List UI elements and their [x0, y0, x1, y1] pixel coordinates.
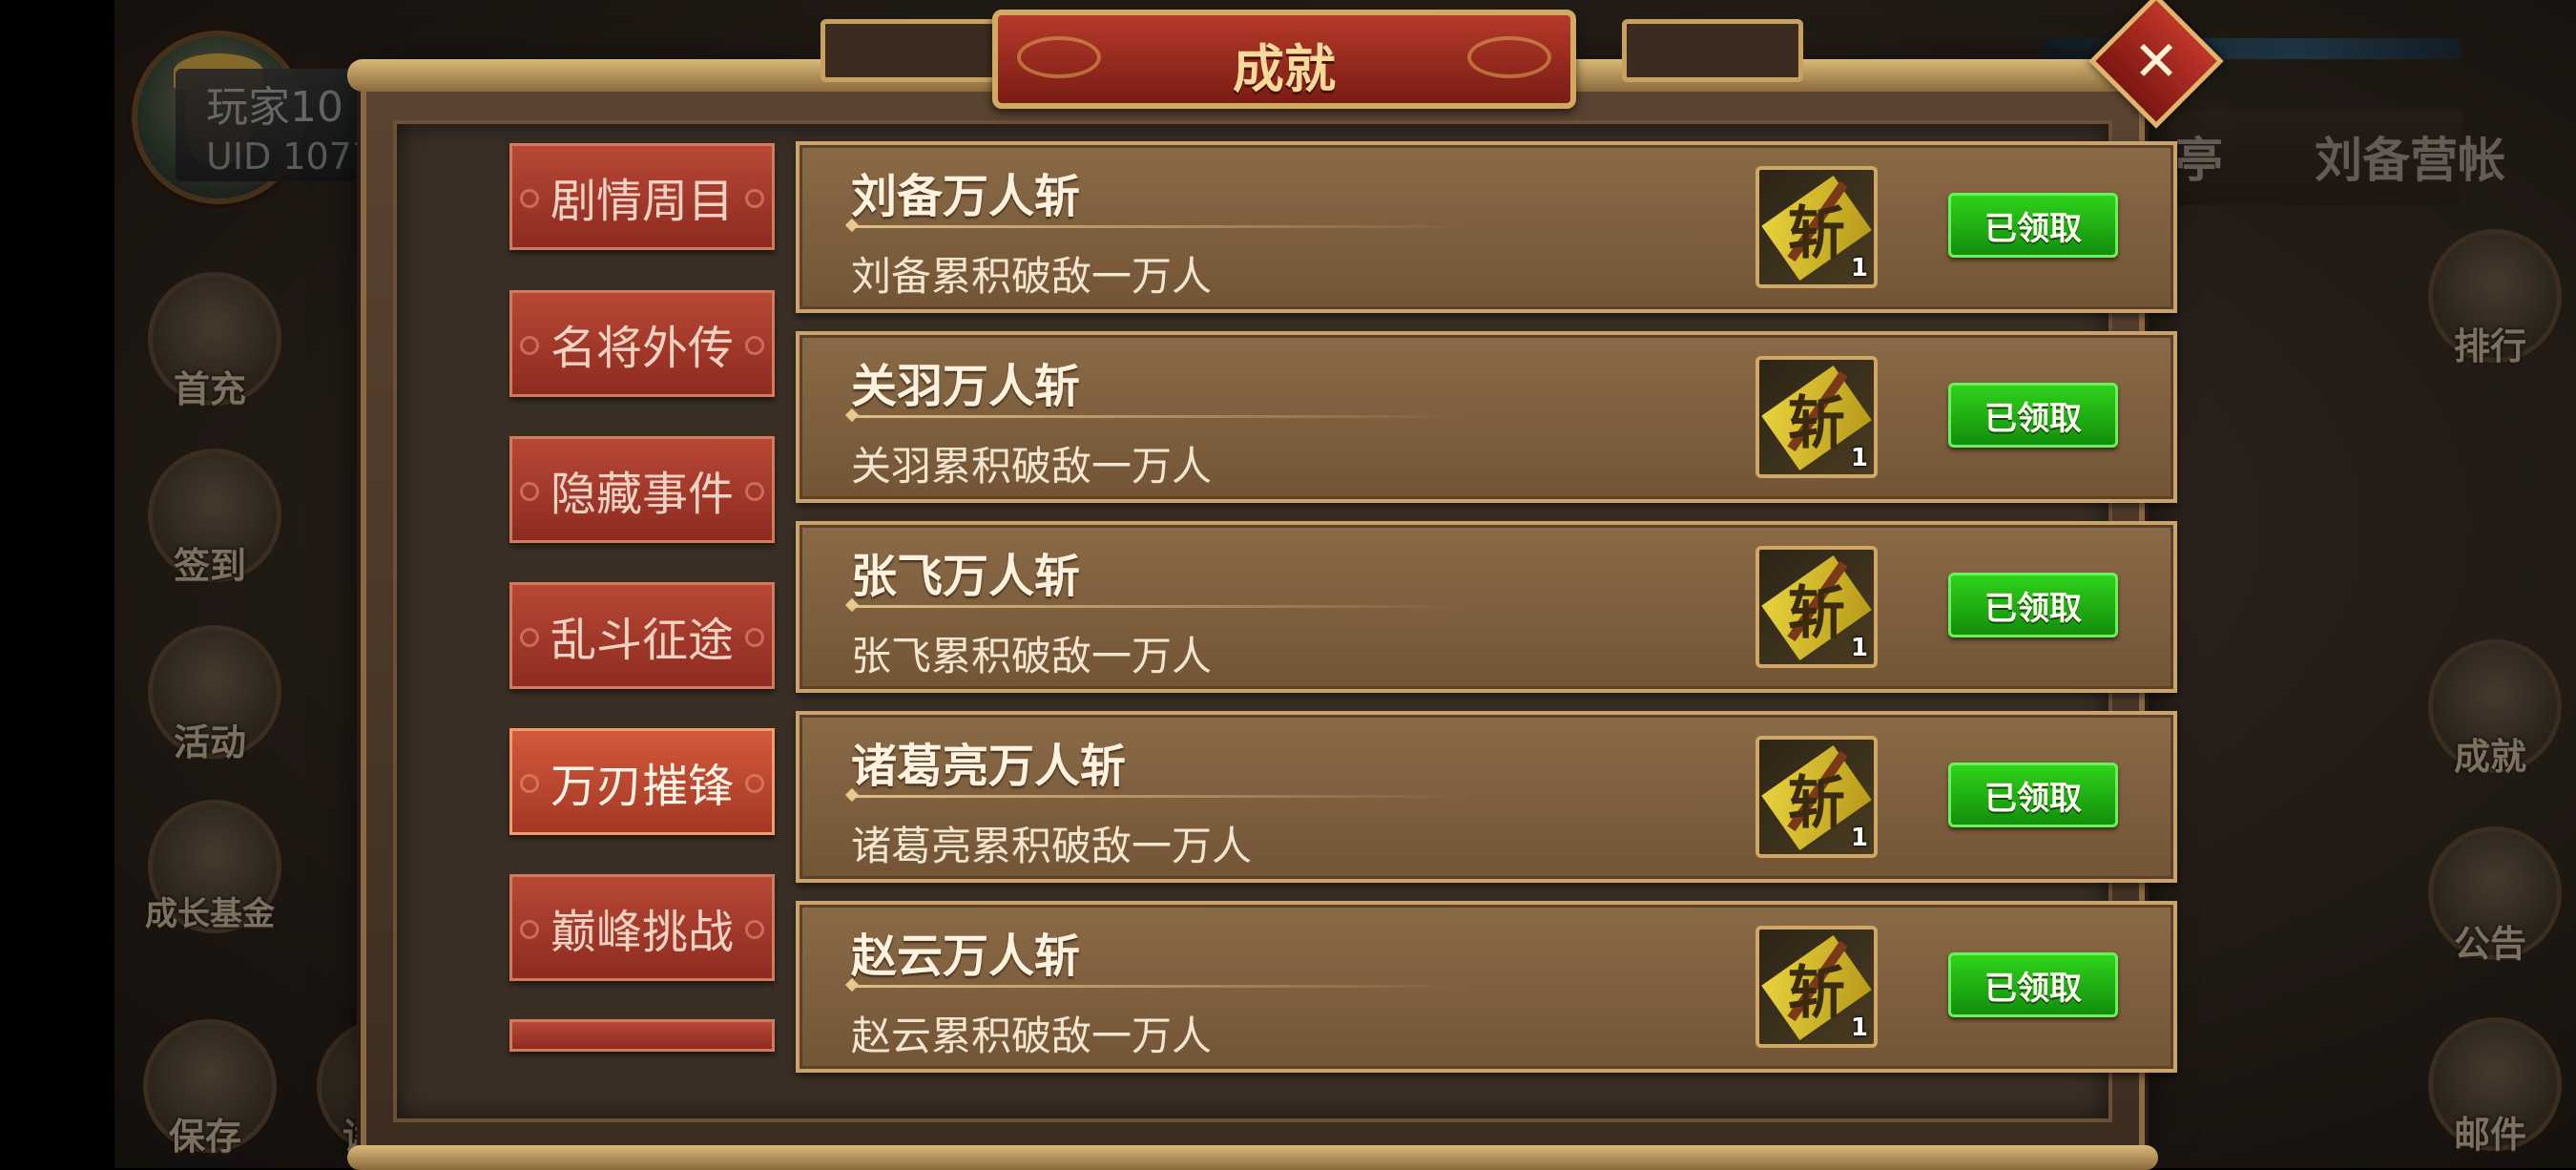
category-tab-ten-thousand-blades[interactable]: 万刃摧锋 — [509, 728, 775, 835]
category-tab-peak-challenge[interactable]: 巅峰挑战 — [509, 874, 775, 981]
divider — [851, 985, 1462, 988]
modal-title-banner: 成就 — [992, 10, 1576, 109]
claimed-button[interactable]: 已领取 — [1948, 193, 2118, 258]
achievement-title: 关羽万人斩 — [851, 360, 1081, 413]
achievement-description: 赵云累积破敌一万人 — [851, 1013, 1213, 1059]
reward-quantity: 1 — [1850, 634, 1868, 662]
category-tab-partial[interactable] — [509, 1019, 775, 1052]
reward-item[interactable]: 斩 1 — [1755, 926, 1878, 1048]
reward-quantity: 1 — [1850, 824, 1868, 852]
divider — [851, 605, 1462, 608]
claimed-button[interactable]: 已领取 — [1948, 952, 2118, 1017]
achievement-title: 赵云万人斩 — [851, 930, 1081, 983]
achievement-title: 诸葛亮万人斩 — [851, 740, 1127, 793]
modal-bottom-trim — [347, 1145, 2158, 1170]
reward-item[interactable]: 斩 1 — [1755, 546, 1878, 668]
close-icon: ✕ — [2132, 29, 2180, 94]
category-tab-brawl-journey[interactable]: 乱斗征途 — [509, 582, 775, 689]
achievement-description: 张飞累积破敌一万人 — [851, 633, 1213, 679]
modal-title: 成就 — [1233, 38, 1336, 99]
achievement-row: 张飞万人斩 张飞累积破敌一万人 斩 1 已领取 — [796, 521, 2177, 693]
reward-quantity: 1 — [1850, 254, 1868, 282]
achievement-description: 诸葛亮累积破敌一万人 — [851, 823, 1253, 869]
reward-item[interactable]: 斩 1 — [1755, 356, 1878, 478]
claimed-button[interactable]: 已领取 — [1948, 573, 2118, 637]
achievement-row: 诸葛亮万人斩 诸葛亮累积破敌一万人 斩 1 已领取 — [796, 711, 2177, 883]
achievement-title: 张飞万人斩 — [851, 550, 1081, 603]
title-wing-left — [821, 19, 1002, 82]
claimed-button[interactable]: 已领取 — [1948, 763, 2118, 827]
reward-item[interactable]: 斩 1 — [1755, 166, 1878, 288]
category-tab-general-legends[interactable]: 名将外传 — [509, 290, 775, 397]
achievement-description: 刘备累积破敌一万人 — [851, 253, 1213, 300]
title-wing-right — [1622, 19, 1803, 82]
achievement-row: 刘备万人斩 刘备累积破敌一万人 斩 1 已领取 — [796, 141, 2177, 313]
achievement-title: 刘备万人斩 — [851, 170, 1081, 223]
achievement-row: 赵云万人斩 赵云累积破敌一万人 斩 1 已领取 — [796, 901, 2177, 1073]
reward-item[interactable]: 斩 1 — [1755, 736, 1878, 858]
reward-quantity: 1 — [1850, 444, 1868, 472]
divider — [851, 415, 1462, 418]
divider — [851, 225, 1462, 228]
reward-quantity: 1 — [1850, 1013, 1868, 1042]
category-tab-hidden-events[interactable]: 隐藏事件 — [509, 436, 775, 543]
category-tab-story[interactable]: 剧情周目 — [509, 143, 775, 250]
claimed-button[interactable]: 已领取 — [1948, 383, 2118, 448]
achievement-row: 关羽万人斩 关羽累积破敌一万人 斩 1 已领取 — [796, 331, 2177, 503]
divider — [851, 795, 1462, 798]
achievement-description: 关羽累积破敌一万人 — [851, 443, 1213, 490]
